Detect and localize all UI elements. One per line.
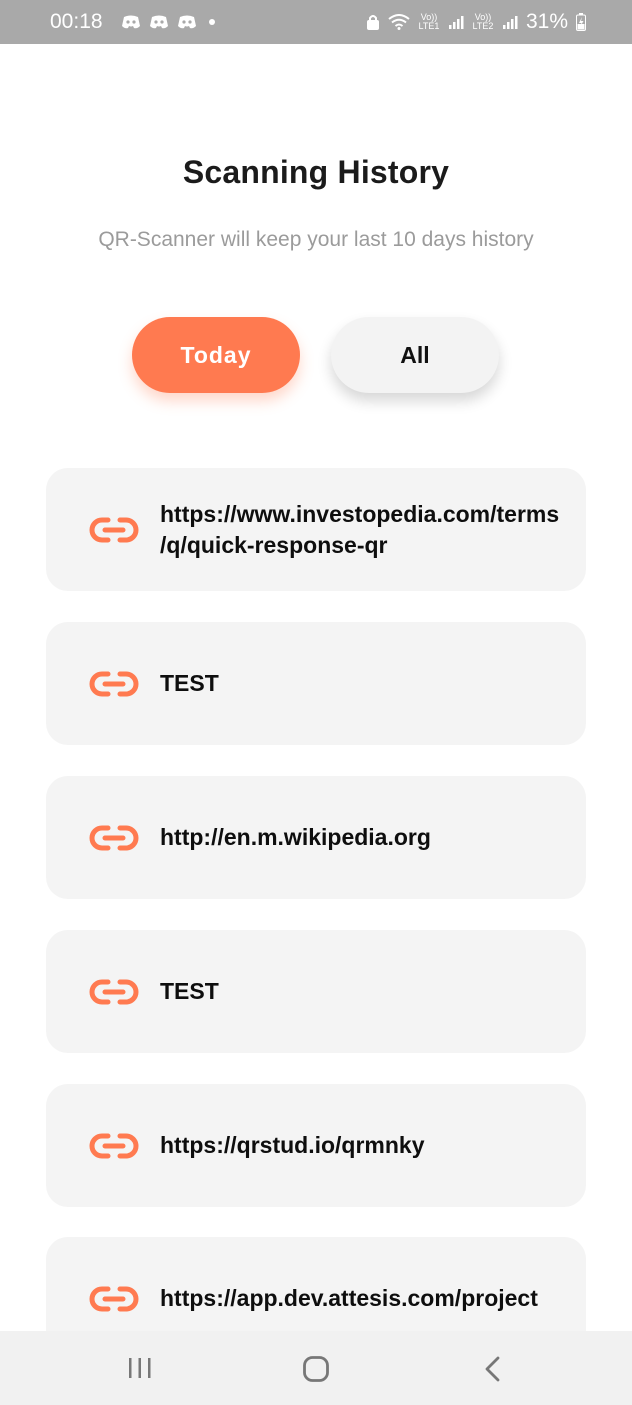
status-time: 00:18 (50, 10, 103, 33)
discord-notification-icon (149, 14, 169, 30)
link-icon (88, 516, 140, 544)
signal-icon (448, 14, 464, 30)
history-item-text: https://www.investopedia.com/terms/q/qui… (160, 500, 560, 558)
discord-notification-icon (121, 14, 141, 30)
recents-icon[interactable] (127, 1355, 153, 1381)
navigation-bar (0, 1331, 632, 1405)
link-icon (88, 1132, 140, 1160)
history-item-text: https://app.dev.attesis.com/project (160, 1285, 538, 1311)
sim2-label: Vo)) LTE2 (472, 12, 494, 31)
page-subtitle: QR-Scanner will keep your last 10 days h… (98, 228, 534, 251)
link-icon (88, 978, 140, 1006)
history-item[interactable]: TEST (46, 930, 586, 1053)
battery-percent: 31% (525, 10, 568, 33)
history-item-text: TEST (160, 670, 219, 696)
history-item[interactable]: http://en.m.wikipedia.org (46, 776, 586, 899)
history-item-text: https://qrstud.io/qrmnky (160, 1132, 425, 1158)
link-icon (88, 824, 140, 852)
sim1-label: Vo)) LTE1 (418, 12, 440, 31)
history-item[interactable]: TEST (46, 622, 586, 745)
page-title: Scanning History (182, 154, 450, 190)
history-item-text: TEST (160, 978, 219, 1004)
link-icon (88, 670, 140, 698)
all-filter-button[interactable]: All (331, 317, 499, 393)
link-icon (88, 1285, 140, 1313)
back-icon[interactable] (482, 1355, 504, 1383)
status-left: 00:18 (50, 10, 215, 34)
today-filter-button[interactable]: Today (132, 317, 300, 393)
wifi-icon (388, 14, 410, 30)
signal-icon (502, 14, 518, 30)
discord-notification-icon (177, 14, 197, 30)
battery-charging-icon (576, 13, 586, 31)
history-item[interactable]: https://www.investopedia.com/terms/q/qui… (46, 468, 586, 591)
status-bar: 00:18 Vo)) LTE1 Vo)) LTE2 31% (0, 0, 632, 44)
status-right: Vo)) LTE1 Vo)) LTE2 31% (366, 10, 586, 34)
history-item[interactable]: https://qrstud.io/qrmnky (46, 1084, 586, 1207)
more-notifications-dot-icon (208, 19, 215, 25)
home-icon[interactable] (302, 1355, 330, 1383)
lock-icon (366, 14, 380, 31)
history-item-text: http://en.m.wikipedia.org (160, 824, 431, 850)
